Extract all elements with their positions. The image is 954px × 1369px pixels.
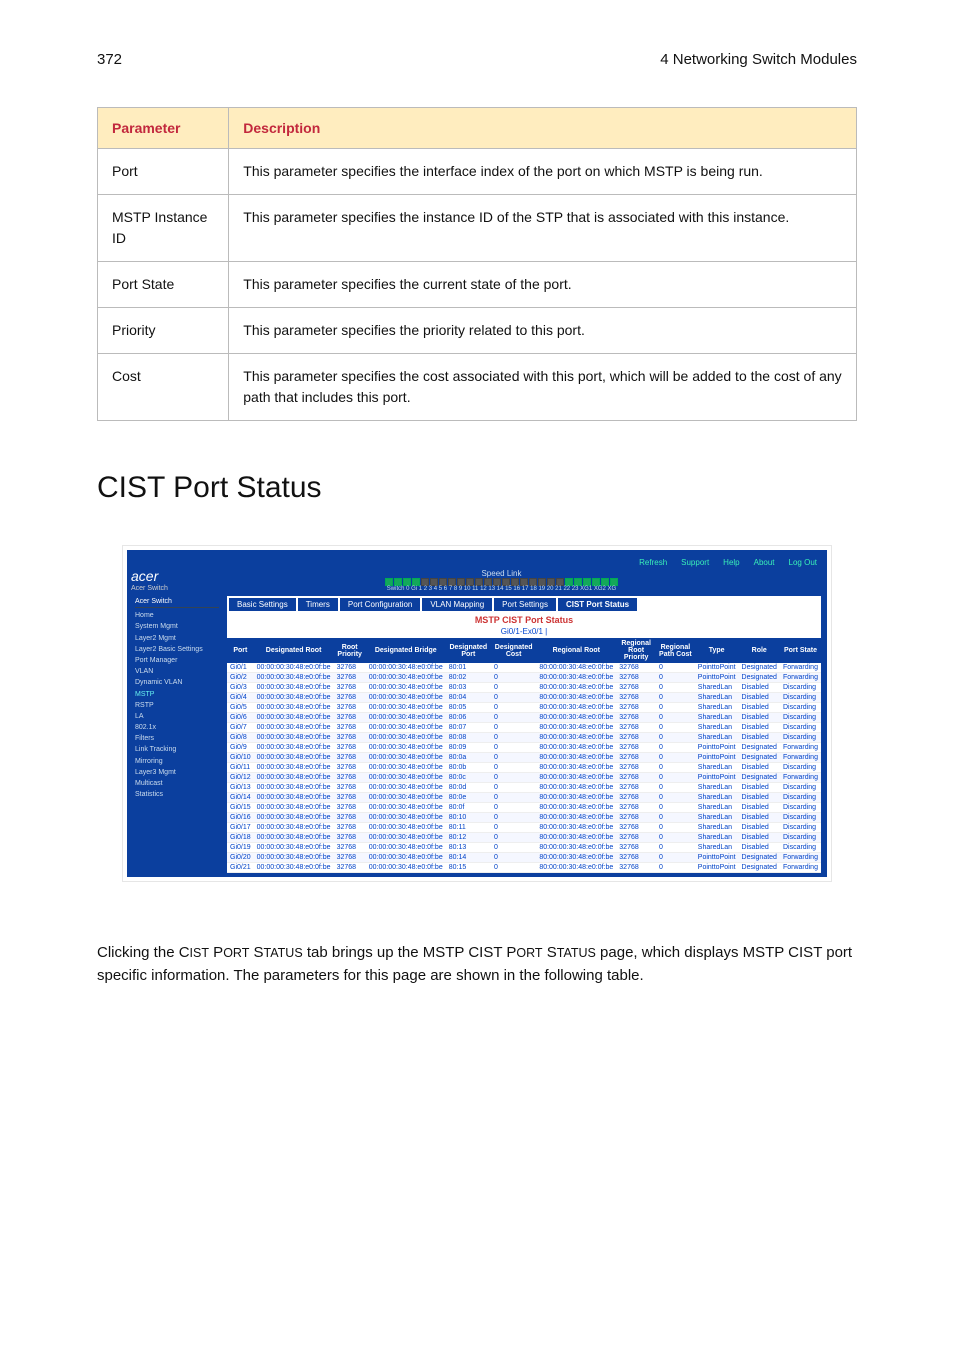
sidebar-item[interactable]: RSTP <box>135 700 219 711</box>
brand-sub: Acer Switch <box>131 585 168 592</box>
mstp-cist-header: MSTP CIST Port Status <box>227 611 821 627</box>
cist-row: Gi0/300:00:00:30:48:e0:0f:be3276800:00:0… <box>227 683 821 693</box>
col-description: Description <box>229 108 857 149</box>
cist-row: Gi0/1800:00:00:30:48:e0:0f:be3276800:00:… <box>227 833 821 843</box>
sidebar-item[interactable]: Link Tracking <box>135 744 219 755</box>
param-name: Port <box>98 149 229 195</box>
port-range-link[interactable]: Gi0/1-Ex0/1 | <box>227 627 821 636</box>
cist-row: Gi0/1400:00:00:30:48:e0:0f:be3276800:00:… <box>227 793 821 803</box>
cist-row: Gi0/900:00:00:30:48:e0:0f:be3276800:00:0… <box>227 743 821 753</box>
sidebar-item[interactable]: Filters <box>135 733 219 744</box>
tab[interactable]: CIST Port Status <box>558 598 637 611</box>
col-parameter: Parameter <box>98 108 229 149</box>
cist-row: Gi0/1900:00:00:30:48:e0:0f:be3276800:00:… <box>227 843 821 853</box>
cist-row: Gi0/1300:00:00:30:48:e0:0f:be3276800:00:… <box>227 783 821 793</box>
sidebar-item[interactable]: System Mgmt <box>135 621 219 632</box>
param-desc: This parameter specifies the interface i… <box>229 149 857 195</box>
sidebar-item[interactable]: Layer3 Mgmt <box>135 767 219 778</box>
section-title: CIST Port Status <box>97 471 857 505</box>
cist-col: Role <box>739 638 780 663</box>
cist-row: Gi0/800:00:00:30:48:e0:0f:be3276800:00:0… <box>227 733 821 743</box>
cist-row: Gi0/600:00:00:30:48:e0:0f:be3276800:00:0… <box>227 713 821 723</box>
toplink[interactable]: About <box>754 558 775 567</box>
param-desc: This parameter specifies the priority re… <box>229 308 857 354</box>
cist-col: Designated Cost <box>491 638 536 663</box>
screenshot-figure: Refresh Support Help About Log Out acer Acer… <box>122 545 832 882</box>
cist-row: Gi0/500:00:00:30:48:e0:0f:be3276800:00:0… <box>227 703 821 713</box>
cist-col: Designated Port <box>446 638 491 663</box>
cist-row: Gi0/1000:00:00:30:48:e0:0f:be3276800:00:… <box>227 753 821 763</box>
cist-row: Gi0/2100:00:00:30:48:e0:0f:be3276800:00:… <box>227 863 821 873</box>
cist-col: Port <box>227 638 254 663</box>
tab[interactable]: Port Settings <box>494 598 556 611</box>
tab[interactable]: Timers <box>298 598 338 611</box>
cist-row: Gi0/400:00:00:30:48:e0:0f:be3276800:00:0… <box>227 693 821 703</box>
cist-row: Gi0/700:00:00:30:48:e0:0f:be3276800:00:0… <box>227 723 821 733</box>
cist-row: Gi0/2000:00:00:30:48:e0:0f:be3276800:00:… <box>227 853 821 863</box>
cist-col: Regional Root Priority <box>616 638 656 663</box>
param-name: Port State <box>98 262 229 308</box>
cist-row: Gi0/200:00:00:30:48:e0:0f:be3276800:00:0… <box>227 673 821 683</box>
sidebar-item[interactable]: Layer2 Mgmt <box>135 633 219 644</box>
brand-name: acer <box>131 569 168 583</box>
sidebar-item[interactable]: Statistics <box>135 789 219 800</box>
param-name: Cost <box>98 354 229 421</box>
param-desc: This parameter specifies the instance ID… <box>229 195 857 262</box>
sidebar-item[interactable]: Home <box>135 610 219 621</box>
tab[interactable]: Basic Settings <box>229 598 296 611</box>
sidebar-item[interactable]: Mirroring <box>135 756 219 767</box>
cist-row: Gi0/1600:00:00:30:48:e0:0f:be3276800:00:… <box>227 813 821 823</box>
sidebar-item[interactable]: Port Manager <box>135 655 219 666</box>
body-paragraph: Clicking the CIST PORT STATUS tab brings… <box>97 942 857 987</box>
cist-col: Port State <box>780 638 821 663</box>
speed-label: Speed Link <box>180 569 823 578</box>
param-desc: This parameter specifies the current sta… <box>229 262 857 308</box>
toplink[interactable]: Log Out <box>789 558 817 567</box>
tab[interactable]: Port Configuration <box>340 598 420 611</box>
sidebar-item[interactable]: Dynamic VLAN <box>135 677 219 688</box>
toplink[interactable]: Refresh <box>639 558 667 567</box>
cist-row: Gi0/100:00:00:30:48:e0:0f:be3276800:00:0… <box>227 663 821 673</box>
param-name: Priority <box>98 308 229 354</box>
chapter-header: 4 Networking Switch Modules <box>660 52 857 67</box>
cist-row: Gi0/1200:00:00:30:48:e0:0f:be3276800:00:… <box>227 773 821 783</box>
cist-row: Gi0/1500:00:00:30:48:e0:0f:be3276800:00:… <box>227 803 821 813</box>
tab[interactable]: VLAN Mapping <box>422 598 492 611</box>
cist-col: Root Priority <box>334 638 366 663</box>
parameter-table: Parameter Description PortThis parameter… <box>97 107 857 421</box>
sidebar-item[interactable]: MSTP <box>135 689 219 700</box>
sidebar-item[interactable]: Layer2 Basic Settings <box>135 644 219 655</box>
toplink[interactable]: Support <box>681 558 709 567</box>
sidebar-item[interactable]: VLAN <box>135 666 219 677</box>
cist-row: Gi0/1100:00:00:30:48:e0:0f:be3276800:00:… <box>227 763 821 773</box>
param-desc: This parameter specifies the cost associ… <box>229 354 857 421</box>
cist-row: Gi0/1700:00:00:30:48:e0:0f:be3276800:00:… <box>227 823 821 833</box>
sidebar-title: Acer Switch <box>135 596 219 608</box>
toplink[interactable]: Help <box>723 558 739 567</box>
cist-col: Regional Path Cost <box>656 638 695 663</box>
sidebar-item[interactable]: Multicast <box>135 778 219 789</box>
param-name: MSTP Instance ID <box>98 195 229 262</box>
cist-col: Designated Root <box>254 638 334 663</box>
speed-caption: Switch 0 Gi 1 2 3 4 5 6 7 8 9 10 11 12 1… <box>180 586 823 592</box>
page-number: 372 <box>97 52 122 67</box>
cist-col: Designated Bridge <box>366 638 446 663</box>
cist-col: Regional Root <box>536 638 616 663</box>
cist-port-status-table: PortDesignated RootRoot PriorityDesignat… <box>227 638 821 873</box>
sidebar-item[interactable]: 802.1x <box>135 722 219 733</box>
sidebar: Acer Switch HomeSystem MgmtLayer2 MgmtLa… <box>131 592 223 873</box>
sidebar-item[interactable]: LA <box>135 711 219 722</box>
cist-col: Type <box>695 638 739 663</box>
